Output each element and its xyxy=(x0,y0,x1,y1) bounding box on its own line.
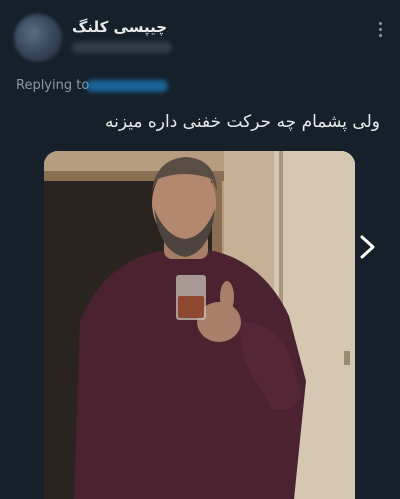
tweet-media-image[interactable] xyxy=(44,151,355,499)
photo-illustration xyxy=(44,151,355,499)
tweet-text: ولی پشمام چه حرکت خفنی داره میزنه xyxy=(105,112,380,132)
chevron-right-icon[interactable] xyxy=(354,234,380,260)
display-name[interactable]: چیپسی کلنگ xyxy=(72,18,167,36)
replying-to-handle-blurred[interactable] xyxy=(86,80,168,92)
more-vertical-icon xyxy=(379,22,382,25)
avatar[interactable] xyxy=(14,14,62,62)
username-blurred xyxy=(72,42,172,53)
replying-to-label: Replying to xyxy=(16,78,90,93)
more-options-button[interactable] xyxy=(379,22,382,37)
